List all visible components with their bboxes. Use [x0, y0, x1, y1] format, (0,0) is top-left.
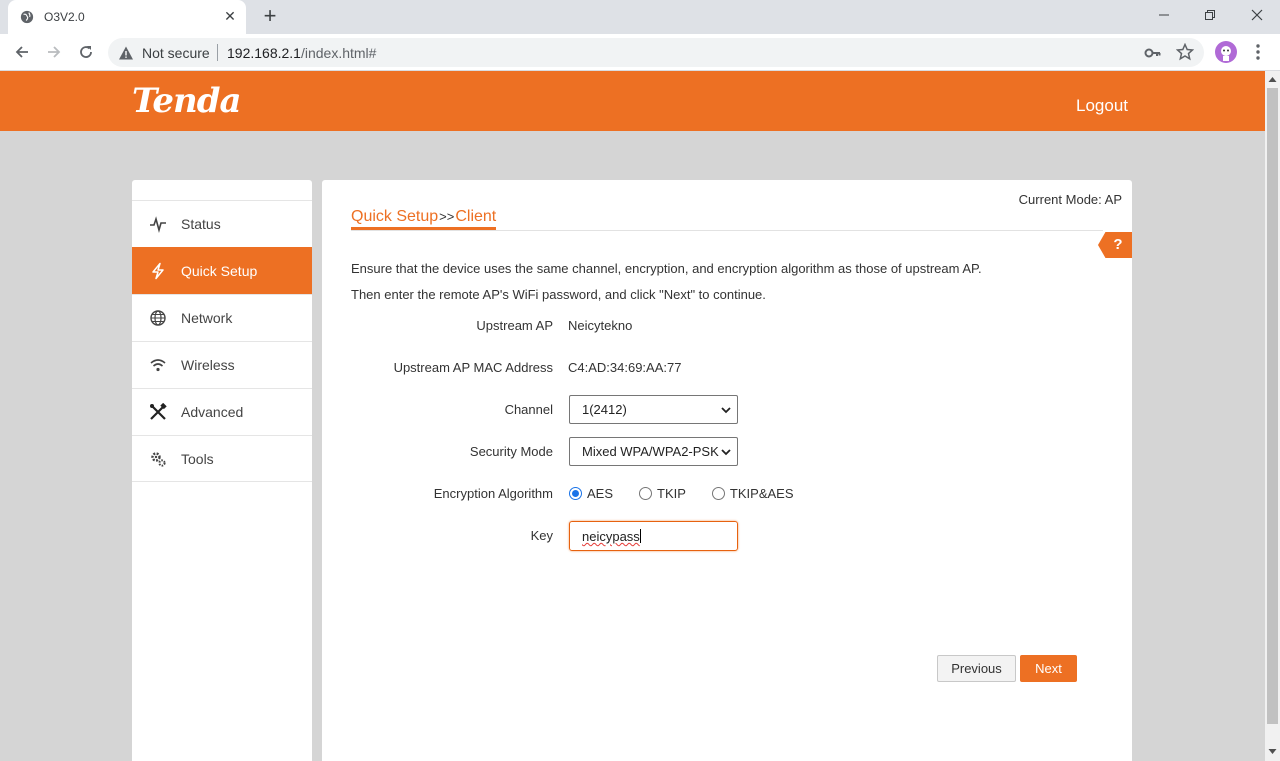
bookmark-star-icon[interactable]	[1176, 43, 1194, 61]
sidebar-item-quick-setup[interactable]: Quick Setup	[132, 247, 312, 294]
key-input[interactable]: neicypass	[569, 521, 738, 551]
tenda-logo: Tenda	[132, 81, 242, 121]
not-secure-label[interactable]: Not secure	[142, 45, 210, 61]
security-mode-row: Security Mode Mixed WPA/WPA2-PSK	[351, 437, 1051, 467]
key-label: Key	[530, 528, 553, 543]
encryption-row: Encryption Algorithm AES TKIP TKIP&AES	[351, 479, 1051, 509]
scrollbar-thumb[interactable]	[1267, 88, 1278, 724]
sidebar-item-label: Tools	[181, 450, 214, 467]
sidebar-item-label: Network	[181, 310, 233, 326]
channel-selected-value: 1(2412)	[582, 402, 627, 417]
encryption-label: Encryption Algorithm	[433, 486, 553, 501]
sidebar-item-label: Advanced	[181, 404, 244, 420]
security-mode-label: Security Mode	[469, 444, 553, 459]
logout-link[interactable]: Logout	[1076, 96, 1128, 116]
forward-arrow-icon[interactable]	[42, 40, 66, 64]
address-bar[interactable]: Not secure 192.168.2.1/index.html#	[108, 38, 1204, 67]
sidebar-item-advanced[interactable]: Advanced	[132, 388, 312, 435]
title-divider	[351, 230, 1103, 231]
close-window-icon[interactable]	[1234, 0, 1280, 30]
wifi-icon	[149, 356, 167, 374]
mac-label: Upstream AP MAC Address	[393, 360, 553, 375]
profile-avatar[interactable]	[1215, 41, 1237, 63]
profile-face-icon	[1221, 46, 1231, 61]
address-divider	[217, 44, 218, 61]
sidebar-item-label: Status	[181, 216, 221, 232]
router-admin-page: Tenda Logout Status Quick Setup Network	[0, 71, 1265, 761]
sidebar-item-label: Wireless	[181, 357, 235, 373]
chevron-down-icon	[721, 449, 731, 456]
chevron-down-icon	[721, 407, 731, 414]
radio-aes-indicator[interactable]	[569, 487, 582, 500]
key-row: Key neicypass	[351, 521, 1051, 551]
upstream-ap-label: Upstream AP	[476, 318, 553, 333]
radio-tkip-aes[interactable]: TKIP&AES	[711, 486, 794, 501]
sidebar-item-tools[interactable]: Tools	[132, 435, 312, 482]
current-mode-label: Current Mode: AP	[1018, 192, 1122, 207]
tab-close-icon[interactable]: ✕	[222, 8, 238, 24]
breadcrumb-client: Client	[455, 208, 497, 225]
browser-tab[interactable]: O3V2.0 ✕	[8, 0, 246, 34]
url-text[interactable]: 192.168.2.1/index.html#	[227, 45, 376, 61]
status-pulse-icon	[149, 215, 167, 233]
security-mode-select[interactable]: Mixed WPA/WPA2-PSK	[569, 437, 738, 466]
restore-icon[interactable]	[1187, 0, 1233, 30]
next-button[interactable]: Next	[1020, 655, 1077, 682]
radio-tkip-indicator[interactable]	[639, 487, 653, 500]
channel-row: Channel 1(2412)	[351, 395, 1051, 425]
sidebar-item-wireless[interactable]: Wireless	[132, 341, 312, 388]
warning-triangle-icon[interactable]	[118, 45, 134, 61]
mac-row: Upstream AP MAC Address C4:AD:34:69:AA:7…	[351, 353, 1051, 383]
radio-aes-label: AES	[587, 486, 614, 501]
url-host: 192.168.2.1	[227, 45, 301, 61]
quick-setup-panel: Current Mode: AP Quick Setup>>Client ? E…	[322, 180, 1132, 761]
breadcrumb-separator: >>	[439, 209, 455, 224]
radio-tkip-aes-label: TKIP&AES	[729, 486, 794, 501]
gears-icon	[149, 450, 167, 468]
text-caret	[639, 529, 641, 543]
breadcrumb-quick-setup[interactable]: Quick Setup	[351, 208, 438, 225]
new-tab-icon[interactable]: +	[258, 5, 282, 29]
sidebar-item-status[interactable]: Status	[132, 200, 312, 247]
browser-toolbar: Not secure 192.168.2.1/index.html#	[0, 34, 1280, 71]
key-input-value: neicypass	[582, 529, 640, 544]
radio-tkip-label: TKIP	[657, 486, 686, 501]
channel-select[interactable]: 1(2412)	[569, 395, 738, 424]
radio-aes[interactable]: AES	[569, 486, 613, 501]
security-mode-selected-value: Mixed WPA/WPA2-PSK	[582, 444, 719, 459]
back-arrow-icon[interactable]	[10, 40, 34, 64]
tools-cross-icon	[149, 403, 167, 421]
radio-tkip[interactable]: TKIP	[639, 486, 686, 501]
intro-text-line-2: Then enter the remote AP's WiFi password…	[351, 287, 766, 302]
sidebar-item-network[interactable]: Network	[132, 294, 312, 341]
minimize-icon[interactable]	[1141, 0, 1187, 30]
top-header: Tenda Logout	[0, 71, 1265, 131]
browser-tab-bar: O3V2.0 ✕ +	[0, 0, 1280, 34]
sidebar-menu: Status Quick Setup Network Wireless Adva…	[132, 180, 312, 761]
previous-button[interactable]: Previous	[937, 655, 1016, 682]
upstream-ap-row: Upstream AP Neicytekno	[351, 311, 1051, 341]
tab-title: O3V2.0	[44, 10, 85, 24]
help-question-icon[interactable]: ?	[1098, 232, 1132, 258]
url-path: /index.html#	[300, 45, 377, 61]
mac-value: C4:AD:34:69:AA:77	[568, 360, 682, 375]
scroll-up-arrow-icon[interactable]	[1268, 75, 1277, 84]
upstream-ap-value: Neicytekno	[568, 318, 633, 333]
scroll-down-arrow-icon[interactable]	[1268, 747, 1277, 756]
kebab-menu-icon[interactable]	[1248, 42, 1268, 62]
radio-tkip-aes-indicator[interactable]	[711, 487, 725, 500]
lightning-icon	[149, 262, 167, 280]
globe-icon	[149, 309, 167, 327]
channel-label: Channel	[504, 402, 553, 417]
page-scrollbar[interactable]	[1265, 71, 1280, 761]
sidebar-item-label: Quick Setup	[181, 263, 258, 279]
reload-icon[interactable]	[74, 40, 98, 64]
key-icon[interactable]	[1144, 45, 1162, 61]
breadcrumb: Quick Setup>>Client	[351, 207, 497, 230]
globe-favicon-icon	[20, 10, 34, 24]
intro-text-line-1: Ensure that the device uses the same cha…	[351, 261, 982, 276]
encryption-radio-group: AES TKIP TKIP&AES	[569, 486, 820, 501]
